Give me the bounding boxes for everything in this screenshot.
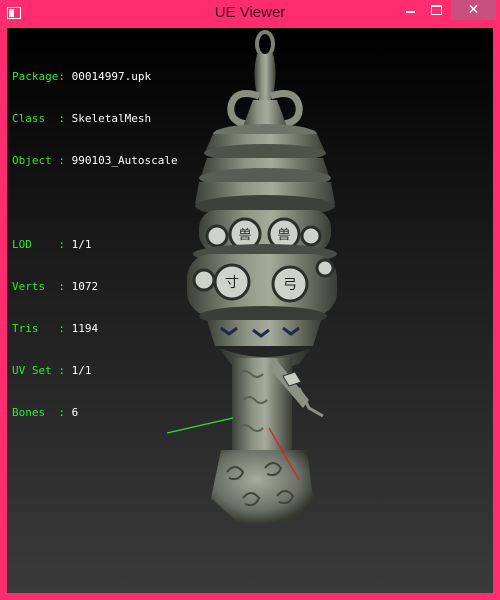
3d-viewport[interactable]: 兽 兽 寸 弓 Package: 00014997.upk Class: Sk…	[7, 28, 493, 593]
svg-text:兽: 兽	[277, 228, 290, 243]
uv-set-label: UV Set :	[12, 364, 65, 377]
bones-label: Bones :	[12, 406, 65, 419]
package-label: Package:	[12, 70, 65, 83]
medallion-drum-lower: 寸 弓	[187, 244, 337, 326]
bones-value: 6	[71, 406, 79, 419]
base-ball	[211, 450, 313, 524]
app-window: UE Viewer ✕ 兽 兽 寸 弓 Package: 00014997.up…	[0, 0, 500, 600]
svg-text:兽: 兽	[238, 228, 251, 243]
package-value: 00014997.upk	[71, 70, 152, 83]
class-value: SkeletalMesh	[71, 112, 152, 125]
minimize-icon	[405, 11, 415, 13]
uv-set-value: 1/1	[71, 364, 92, 377]
maximize-icon	[430, 5, 442, 15]
object-label: Object :	[12, 154, 65, 167]
lod-value: 1/1	[71, 238, 92, 251]
roof-tier-1	[204, 124, 326, 162]
title-bar[interactable]: UE Viewer ✕	[0, 0, 500, 28]
object-value: 990103_Autoscale	[71, 154, 178, 167]
verts-value: 1072	[71, 280, 99, 293]
verts-label: Verts :	[12, 280, 65, 293]
tris-label: Tris :	[12, 322, 65, 335]
mesh-info-panel: Package: 00014997.upk Class : SkeletalMe…	[12, 42, 178, 448]
minimize-button[interactable]	[397, 0, 423, 20]
close-button[interactable]: ✕	[451, 0, 496, 20]
close-icon: ✕	[467, 2, 480, 18]
tris-value: 1194	[71, 322, 99, 335]
class-label: Class :	[12, 112, 65, 125]
svg-text:寸: 寸	[225, 275, 239, 291]
svg-text:弓: 弓	[283, 277, 297, 293]
lod-label: LOD :	[12, 238, 65, 251]
maximize-button[interactable]	[423, 0, 449, 20]
roof-tier-2	[195, 158, 335, 217]
